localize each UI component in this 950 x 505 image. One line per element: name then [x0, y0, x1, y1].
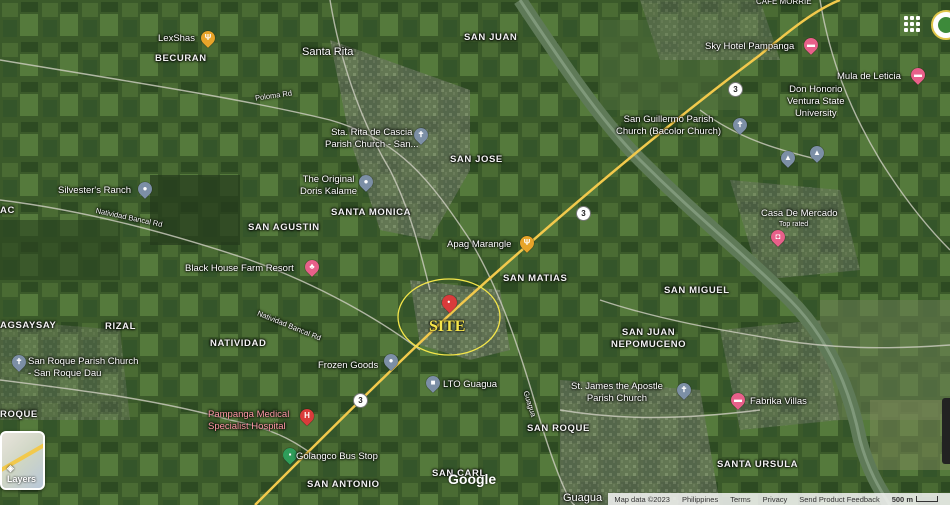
area-san-jose: SAN JOSE — [450, 154, 503, 165]
location-icon: ● — [388, 356, 394, 365]
bed-icon: ▬ — [914, 70, 922, 79]
resort-pin-black-house[interactable]: ♣ — [302, 257, 322, 277]
scale-bar-line — [916, 496, 938, 502]
map-footer: Map data ©2023 Philippines Terms Privacy… — [608, 493, 950, 505]
area-santa-ursula: SANTA URSULA — [717, 459, 799, 470]
area-san-juan: SAN JUAN — [464, 32, 518, 43]
cross-icon: ✝ — [736, 120, 744, 129]
poi-don-honorio[interactable]: Don Honorio Ventura State University — [787, 84, 845, 120]
area-san-matias: SAN MATIAS — [503, 273, 568, 284]
poi-sta-rita-church[interactable]: Sta. Rita de Cascia Parish Church - San.… — [325, 127, 418, 151]
poi-fabrika-villas[interactable]: Fabrika Villas — [750, 396, 807, 408]
poi-lexshas[interactable]: LexShas — [158, 33, 195, 45]
layers-label-text: Layers — [7, 474, 37, 484]
fork-knife-icon: Ψ — [523, 238, 531, 247]
hospital-pin-pampanga-medical[interactable]: H — [297, 406, 317, 426]
poi-casa-sub: Top rated — [779, 221, 809, 228]
area-san-juan-nepomuceno: SAN JUAN NEPOMUCENO — [611, 327, 687, 350]
hospital-h-icon: H — [304, 411, 310, 420]
graduation-cap-icon: ▲ — [784, 153, 792, 162]
layers-button[interactable]: ◈ Layers — [0, 431, 45, 490]
area-natividad: NATIVIDAD — [210, 338, 267, 349]
area-rizal: RIZAL — [105, 321, 136, 332]
poi-black-house[interactable]: Black House Farm Resort — [185, 263, 294, 275]
route-shield-3-north: 3 — [728, 82, 743, 97]
hotel-pin-fabrika-villas[interactable]: ▬ — [728, 390, 748, 410]
palm-tree-icon: ♣ — [309, 262, 315, 271]
area-becuran: BECURAN — [155, 53, 207, 64]
site-label: SITE — [429, 318, 466, 335]
apps-grid-icon[interactable] — [904, 16, 920, 32]
location-icon: ● — [363, 177, 369, 186]
location-icon: ● — [142, 184, 148, 193]
privacy-link[interactable]: Privacy — [763, 495, 788, 504]
poi-apag-marangle[interactable]: Apag Marangle — [447, 239, 511, 251]
bed-icon: ▬ — [807, 40, 815, 49]
poi-silvesters-ranch[interactable]: Silvester's Ranch — [58, 185, 131, 197]
layers-icon: ◈ — [7, 463, 14, 473]
cafe-label-partial: CAFE MORRIE — [756, 0, 812, 6]
poi-san-guillermo[interactable]: San Guillermo Parish Church (Bacolor Chu… — [616, 114, 721, 138]
shopping-bag-icon: ◘ — [775, 232, 781, 241]
route-shield-3-mid: 3 — [576, 206, 591, 221]
area-santa-monica: SANTA MONICA — [331, 207, 412, 218]
layers-label: ◈ Layers — [7, 463, 43, 484]
bed-icon: ▬ — [734, 395, 742, 404]
poi-sky-hotel[interactable]: Sky Hotel Pampanga — [705, 41, 794, 53]
restaurant-pin-lexshas[interactable]: Ψ — [198, 28, 218, 48]
place-pin-silvesters-ranch[interactable]: ● — [135, 179, 155, 199]
area-guagua: Guagua — [563, 492, 603, 504]
area-san-agustin: SAN AGUSTIN — [248, 222, 320, 233]
graduation-cap-icon: ▲ — [813, 148, 821, 157]
poi-doris-kalame[interactable]: The Original Doris Kalame — [300, 174, 357, 198]
feedback-link[interactable]: Send Product Feedback — [799, 495, 879, 504]
church-pin-san-guillermo[interactable]: ✝ — [730, 115, 750, 135]
poi-san-roque-parish[interactable]: San Roque Parish Church - San Roque Dau — [28, 356, 138, 380]
church-pin-st-james[interactable]: ✝ — [674, 380, 694, 400]
school-pin-don-honorio-1[interactable]: ▲ — [778, 148, 798, 168]
map-data-credit: Map data ©2023 — [614, 494, 670, 504]
terms-link[interactable]: Terms — [730, 495, 750, 504]
hotel-pin-sky-hotel[interactable]: ▬ — [801, 35, 821, 55]
pin-dot-icon: • — [447, 297, 451, 307]
hotel-pin-mula-de-leticia[interactable]: ▬ — [908, 65, 928, 85]
scale-bar[interactable]: 500 m — [892, 495, 938, 504]
poi-st-james[interactable]: St. James the Apostle Parish Church — [571, 381, 663, 405]
area-san-antonio: SAN ANTONIO — [307, 479, 380, 490]
country-link[interactable]: Philippines — [682, 495, 718, 504]
place-pin-doris-kalame[interactable]: ● — [356, 172, 376, 192]
poi-mula-de-leticia[interactable]: Mula de Leticia — [837, 71, 901, 83]
bus-icon: ▪ — [288, 450, 292, 459]
route-shield-3-south: 3 — [353, 393, 368, 408]
building-icon: ■ — [430, 378, 436, 387]
area-roque-partial: ROQUE — [0, 409, 38, 420]
poi-golangco[interactable]: Golangco Bus Stop — [296, 451, 378, 463]
zoom-controls-partial[interactable] — [942, 398, 950, 464]
area-agsaysay-partial: AGSAYSAY — [0, 320, 57, 331]
shop-pin-frozen-goods[interactable]: ● — [381, 351, 401, 371]
cross-icon: ✝ — [15, 357, 23, 366]
scale-label: 500 m — [891, 494, 913, 504]
map-canvas[interactable]: 3 3 3 Poloma Rd Natividad Bancal Rd Nati… — [0, 0, 950, 505]
area-san-miguel: SAN MIGUEL — [664, 285, 730, 296]
office-pin-lto-guagua[interactable]: ■ — [423, 373, 443, 393]
cross-icon: ✝ — [680, 385, 688, 394]
satellite-terrain — [0, 0, 950, 505]
fork-knife-icon: Ψ — [204, 33, 212, 42]
poi-pampanga-medical[interactable]: Pampanga Medical Specialist Hospital — [208, 409, 289, 433]
area-san-roque: SAN ROQUE — [527, 423, 590, 434]
area-santa-rita: Santa Rita — [302, 46, 354, 58]
restaurant-pin-apag-marangle[interactable]: Ψ — [517, 233, 537, 253]
school-pin-don-honorio-2[interactable]: ▲ — [807, 143, 827, 163]
google-logo: Google — [448, 471, 497, 487]
church-pin-san-roque[interactable]: ✝ — [9, 352, 29, 372]
area-ac-partial: AC — [0, 205, 15, 216]
poi-lto-guagua[interactable]: LTO Guagua — [443, 379, 497, 391]
poi-frozen-goods[interactable]: Frozen Goods — [318, 360, 378, 372]
